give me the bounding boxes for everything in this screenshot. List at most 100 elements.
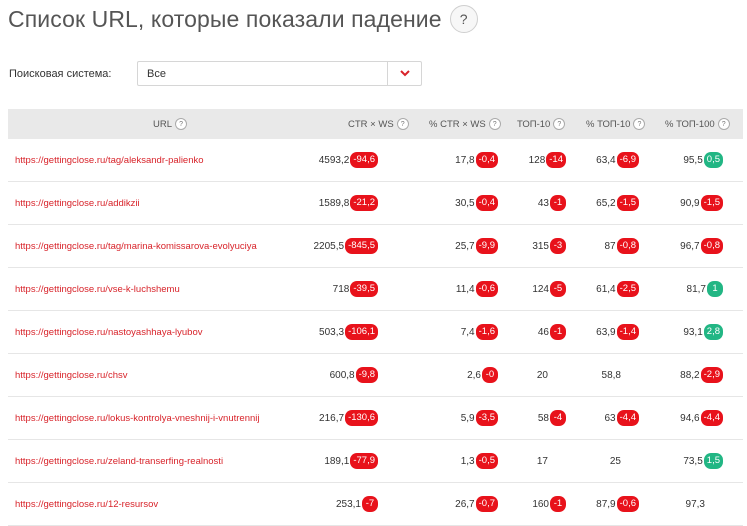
url-link[interactable]: https://gettingclose.ru/tag/marina-komis… — [15, 225, 257, 267]
cell-value: 7,4 — [460, 326, 475, 338]
delta-badge: -6,9 — [616, 152, 639, 168]
cell-value: 17 — [536, 455, 548, 467]
cell-pct-top100: 96,7 -0,8 — [680, 225, 723, 267]
search-engine-label: Поисковая система: — [9, 68, 112, 80]
url-link[interactable]: https://gettingclose.ru/tag/aleksandr-pa… — [15, 139, 204, 181]
col-ctr-ws[interactable]: CTR × WS? — [348, 109, 409, 139]
cell-ctr-ws: 216,7 -130,6 — [319, 397, 378, 439]
col-pct-top100-label: % ТОП-100 — [665, 118, 715, 130]
col-pct-ctr-ws[interactable]: % CTR × WS? — [429, 109, 501, 139]
cell-value: 94,6 — [680, 412, 700, 424]
delta-badge: 2,8 — [703, 324, 723, 340]
delta-badge: -0,7 — [475, 496, 498, 512]
cell-value: 63,9 — [596, 326, 616, 338]
cell-value: 87 — [604, 240, 616, 252]
table-row: https://gettingclose.ru/chsv 600,8 -9,8 2,6… — [8, 354, 743, 397]
delta-badge: -845,5 — [345, 238, 378, 254]
table-row: https://gettingclose.ru/tag/aleksandr-pa… — [8, 139, 743, 182]
help-icon[interactable]: ? — [449, 5, 478, 33]
search-engine-select[interactable]: Все — [137, 61, 422, 86]
cell-value: 95,5 — [683, 154, 703, 166]
delta-badge: -9,9 — [475, 238, 498, 254]
cell-ctr-ws: 253,1 -7 — [336, 483, 378, 525]
delta-badge: -94,6 — [350, 152, 378, 168]
cell-pct-top100: 90,9 -1,5 — [680, 182, 723, 224]
url-link[interactable]: https://gettingclose.ru/12-resursov — [15, 483, 158, 525]
cell-value: 160 — [532, 498, 549, 510]
cell-pct-top100: 73,5 1,5 — [683, 440, 723, 482]
cell-top10: 124 -5 — [532, 268, 566, 310]
cell-value: 1,3 — [460, 455, 475, 467]
cell-pct-ctr-ws: 7,4 -1,6 — [461, 311, 498, 353]
cell-value: 20 — [536, 369, 548, 381]
delta-badge: -2,9 — [700, 367, 723, 383]
delta-badge: -1,4 — [616, 324, 639, 340]
delta-badge: -1 — [550, 324, 566, 340]
table-row: https://gettingclose.ru/vse-k-luchshemu 7… — [8, 268, 743, 311]
cell-value: 718 — [332, 283, 350, 295]
cell-pct-ctr-ws: 26,7 -0,7 — [455, 483, 498, 525]
delta-badge: -7 — [362, 496, 378, 512]
cell-pct-top100: 97,3 — [686, 483, 705, 525]
cell-value: 25,7 — [455, 240, 475, 252]
table-row: https://gettingclose.ru/tag/marina-komis… — [8, 225, 743, 268]
cell-value: 25 — [609, 455, 621, 467]
url-link[interactable]: https://gettingclose.ru/lokus-kontrolya-… — [15, 397, 259, 439]
help-icon[interactable]: ? — [488, 118, 501, 130]
cell-pct-top100: 88,2 -2,9 — [680, 354, 723, 396]
url-link[interactable]: https://gettingclose.ru/vse-k-luchshemu — [15, 268, 180, 310]
chevron-down-icon[interactable] — [387, 62, 421, 85]
cell-pct-top10: 65,2 -1,5 — [596, 182, 639, 224]
cell-pct-top10: 63 -4,4 — [605, 397, 639, 439]
table-row: https://gettingclose.ru/addikzii 1589,8 -2… — [8, 182, 743, 225]
delta-badge: -106,1 — [345, 324, 378, 340]
table-row: https://gettingclose.ru/lokus-kontrolya-… — [8, 397, 743, 440]
col-url[interactable]: URL? — [153, 109, 188, 139]
cell-pct-ctr-ws: 25,7 -9,9 — [455, 225, 498, 267]
cell-ctr-ws: 2205,5 -845,5 — [313, 225, 378, 267]
cell-pct-top10: 87,9 -0,6 — [596, 483, 639, 525]
cell-ctr-ws: 1589,8 -21,2 — [319, 182, 378, 224]
cell-value: 81,7 — [686, 283, 706, 295]
col-ctr-ws-label: CTR × WS — [348, 118, 394, 130]
delta-badge: -1 — [550, 496, 566, 512]
help-icon[interactable]: ? — [396, 118, 409, 130]
col-top10-label: ТОП-10 — [517, 118, 551, 130]
col-top10[interactable]: ТОП-10? — [517, 109, 566, 139]
table-row: https://gettingclose.ru/zeland-transerfi… — [8, 440, 743, 483]
col-pct-top100[interactable]: % ТОП-100? — [665, 109, 730, 139]
url-link[interactable]: https://gettingclose.ru/nastoyashhaya-ly… — [15, 311, 202, 353]
cell-value: 43 — [537, 197, 549, 209]
cell-pct-top100: 81,7 1 — [687, 268, 723, 310]
delta-badge: -4,4 — [616, 410, 639, 426]
cell-value: 26,7 — [455, 498, 475, 510]
col-pct-ctr-ws-label: % CTR × WS — [429, 118, 486, 130]
cell-value: 90,9 — [680, 197, 700, 209]
cell-value: 1589,8 — [318, 197, 350, 209]
cell-value: 63,4 — [596, 154, 616, 166]
cell-value: 2205,5 — [313, 240, 345, 252]
delta-badge: -130,6 — [345, 410, 378, 426]
cell-value: 2,6 — [467, 369, 481, 381]
help-icon[interactable]: ? — [553, 118, 566, 130]
cell-value: 61,4 — [596, 283, 616, 295]
help-icon[interactable]: ? — [633, 118, 646, 130]
col-pct-top10[interactable]: % ТОП-10? — [586, 109, 646, 139]
url-link[interactable]: https://gettingclose.ru/chsv — [15, 354, 127, 396]
help-icon[interactable]: ? — [175, 118, 188, 130]
table-body: https://gettingclose.ru/tag/aleksandr-pa… — [8, 139, 743, 526]
cell-value: 97,3 — [685, 498, 705, 510]
url-link[interactable]: https://gettingclose.ru/addikzii — [15, 182, 140, 224]
delta-badge: -0,4 — [475, 152, 498, 168]
help-icon[interactable]: ? — [717, 118, 730, 130]
cell-top10: 43 -1 — [538, 182, 566, 224]
url-link[interactable]: https://gettingclose.ru/zeland-transerfi… — [15, 440, 223, 482]
cell-pct-top100: 95,5 0,5 — [683, 139, 723, 181]
cell-pct-ctr-ws: 2,6 -0 — [467, 354, 498, 396]
cell-pct-ctr-ws: 17,8 -0,4 — [455, 139, 498, 181]
delta-badge: 0,5 — [703, 152, 723, 168]
cell-value: 503,3 — [319, 326, 345, 338]
cell-ctr-ws: 189,1 -77,9 — [324, 440, 378, 482]
delta-badge: -39,5 — [350, 281, 378, 297]
cell-pct-ctr-ws: 11,4 -0,6 — [456, 268, 498, 310]
